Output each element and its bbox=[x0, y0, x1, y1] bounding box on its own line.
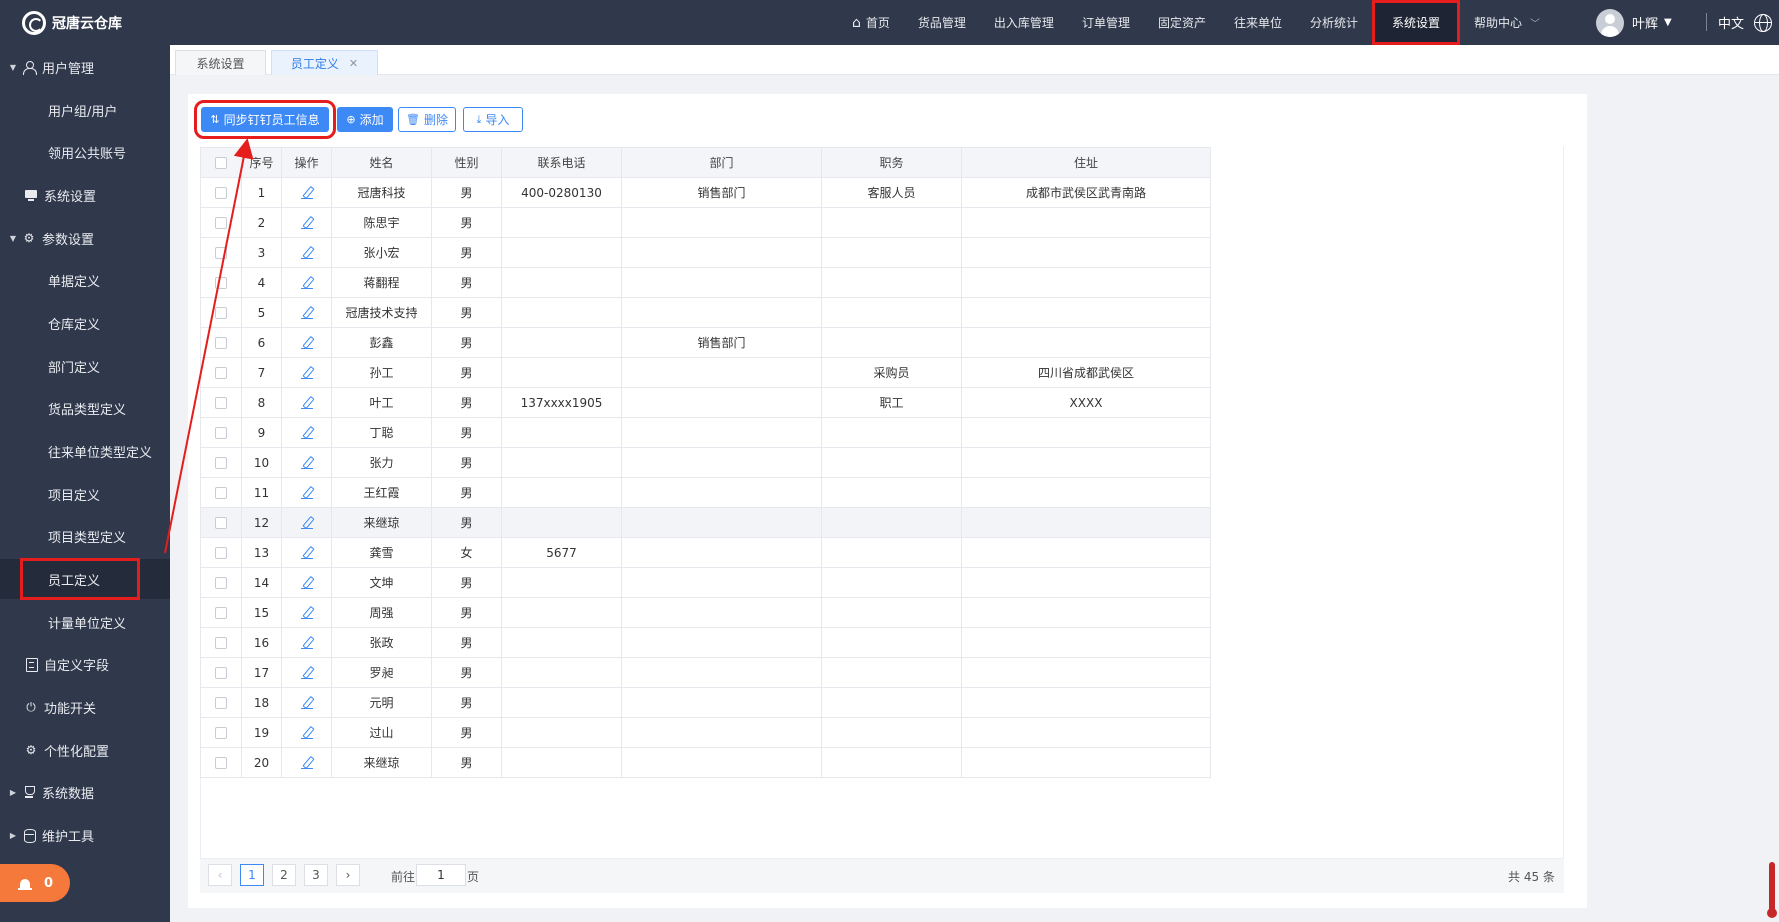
thermometer-icon bbox=[1767, 862, 1777, 918]
annotation-arrow bbox=[164, 138, 254, 554]
